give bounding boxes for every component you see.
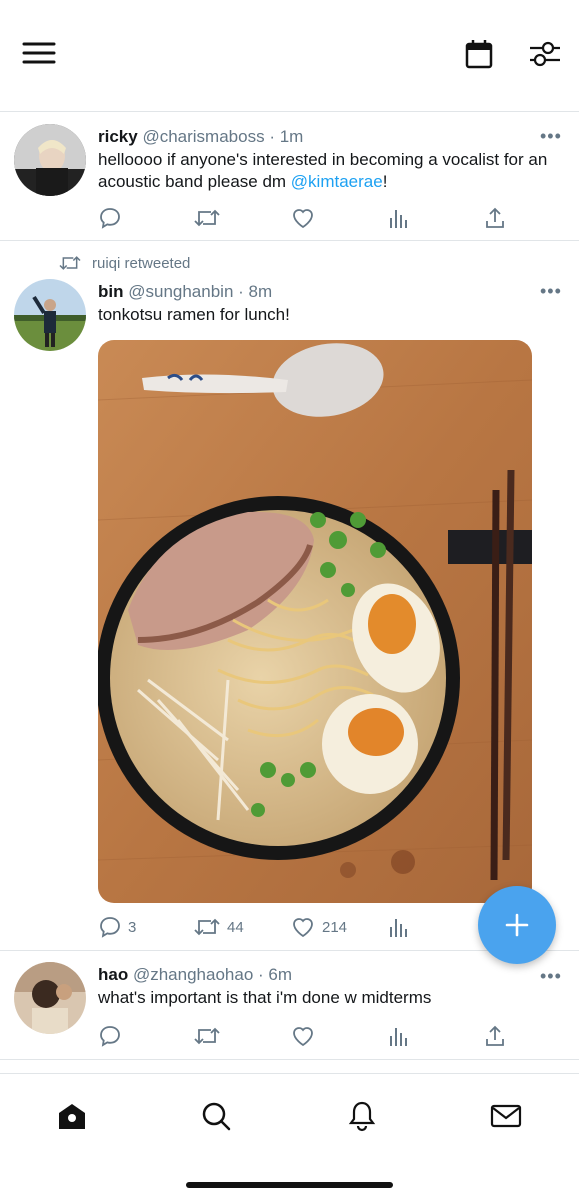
- share-button[interactable]: [484, 1024, 506, 1048]
- tweet-bin[interactable]: ruiqi retweeted bin @sunghanbin · 8m •••…: [0, 241, 579, 951]
- hamburger-menu-icon[interactable]: [20, 38, 58, 68]
- analytics-icon: [390, 919, 407, 937]
- display-name[interactable]: bin: [98, 282, 124, 301]
- tweet-ricky[interactable]: ricky @charismaboss · 1m ••• helloooo if…: [0, 112, 579, 241]
- tweet-hao[interactable]: hao @zhanghaohao · 6m ••• what's importa…: [0, 951, 579, 1060]
- username[interactable]: @zhanghaohao: [133, 965, 253, 984]
- like-button[interactable]: [290, 1024, 316, 1048]
- mention-link[interactable]: @kimtaerae: [291, 172, 383, 191]
- heart-icon: [293, 209, 313, 229]
- reply-button[interactable]: [98, 1024, 122, 1048]
- like-count: 214: [322, 918, 348, 936]
- heart-icon: [293, 1027, 313, 1047]
- retweet-indicator: ruiqi retweeted: [58, 253, 190, 273]
- tweet-photo[interactable]: [98, 340, 532, 903]
- more-options-icon[interactable]: •••: [540, 126, 562, 147]
- search-icon[interactable]: [198, 1098, 234, 1134]
- retweet-icon: [194, 918, 220, 936]
- retweet-button[interactable]: [193, 206, 221, 230]
- analytics-icon: [390, 1028, 407, 1046]
- more-options-icon[interactable]: •••: [540, 281, 562, 302]
- like-button[interactable]: [290, 206, 316, 230]
- username[interactable]: @sunghanbin: [128, 282, 233, 301]
- retweet-icon: [194, 209, 220, 227]
- timestamp: · 8m: [238, 282, 273, 301]
- share-button[interactable]: [484, 206, 506, 230]
- share-icon: [486, 1025, 504, 1046]
- avatar[interactable]: [14, 962, 86, 1034]
- messages-icon[interactable]: [488, 1098, 524, 1134]
- home-icon[interactable]: [54, 1098, 90, 1134]
- analytics-button[interactable]: [388, 1024, 410, 1048]
- tweet-text: helloooo if anyone's interested in becom…: [98, 149, 568, 193]
- retweet-button[interactable]: [193, 1024, 221, 1048]
- calendar-icon[interactable]: [462, 36, 496, 72]
- tweet-text-part: !: [382, 172, 388, 191]
- sliders-icon[interactable]: [526, 38, 564, 70]
- avatar[interactable]: [14, 124, 86, 196]
- home-indicator: [186, 1182, 393, 1188]
- reply-icon: [100, 208, 120, 229]
- reply-icon: [100, 1026, 120, 1047]
- more-options-icon[interactable]: •••: [540, 966, 562, 987]
- top-bar: [0, 0, 579, 112]
- display-name[interactable]: ricky: [98, 127, 138, 146]
- username[interactable]: @charismaboss: [142, 127, 264, 146]
- retweet-icon: [59, 256, 81, 270]
- reply-button[interactable]: [98, 206, 122, 230]
- reply-button[interactable]: 3: [98, 915, 136, 939]
- timestamp: · 6m: [258, 965, 293, 984]
- analytics-icon: [390, 210, 407, 228]
- reply-icon: [100, 917, 120, 938]
- display-name[interactable]: hao: [98, 965, 128, 984]
- retweet-icon: [194, 1027, 220, 1045]
- share-icon: [486, 207, 504, 228]
- reply-count: 3: [128, 918, 137, 936]
- timestamp: · 1m: [269, 127, 304, 146]
- like-button[interactable]: 214: [290, 915, 347, 939]
- retweet-button[interactable]: 44: [193, 915, 244, 939]
- plus-icon: [505, 913, 529, 937]
- retweeted-by-label[interactable]: ruiqi retweeted: [92, 255, 190, 272]
- analytics-button[interactable]: [388, 915, 410, 939]
- avatar[interactable]: [14, 279, 86, 351]
- tweet-text: tonkotsu ramen for lunch!: [98, 305, 290, 324]
- notifications-icon[interactable]: [344, 1098, 380, 1134]
- heart-icon: [293, 918, 313, 938]
- tweet-text: what's important is that i'm done w midt…: [98, 988, 432, 1007]
- compose-tweet-button[interactable]: [478, 886, 556, 964]
- retweet-count: 44: [227, 918, 244, 936]
- analytics-button[interactable]: [388, 206, 410, 230]
